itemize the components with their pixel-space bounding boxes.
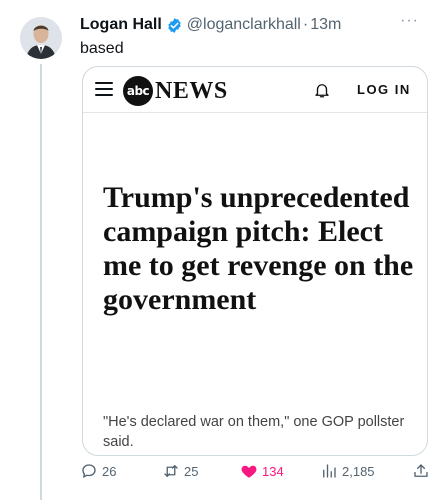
like-count: 134 xyxy=(262,463,284,479)
share-button[interactable] xyxy=(412,462,434,480)
tweet-actions: 26 25 134 2,185 xyxy=(80,462,430,488)
abc-news-header: abc NEWS LOG IN xyxy=(83,67,427,113)
like-button[interactable]: 134 xyxy=(240,462,284,480)
more-options-icon[interactable]: ··· xyxy=(400,12,419,30)
verified-badge-icon xyxy=(168,17,181,33)
abc-logo: abc xyxy=(123,76,153,106)
article-subhead: "He's declared war on them," one GOP pol… xyxy=(103,414,405,450)
login-link: LOG IN xyxy=(357,82,411,97)
news-logo-text: NEWS xyxy=(155,78,228,104)
views-icon xyxy=(323,464,336,478)
retweet-icon xyxy=(164,465,178,477)
reply-count: 26 xyxy=(102,463,117,479)
heart-icon xyxy=(241,465,257,478)
avatar[interactable] xyxy=(20,17,62,59)
bell-icon xyxy=(315,84,329,98)
author-name[interactable]: Logan Hall xyxy=(80,16,162,34)
retweet-button[interactable]: 25 xyxy=(162,462,198,480)
tweet-header: Logan Hall @loganclarkhall · 13m xyxy=(80,14,341,36)
separator-dot: · xyxy=(302,16,309,33)
retweet-count: 25 xyxy=(184,463,199,479)
media-card[interactable]: abc NEWS LOG IN Trump's unprecedented ca… xyxy=(82,66,428,456)
thread-line xyxy=(40,64,42,500)
author-handle[interactable]: @loganclarkhall xyxy=(187,16,301,34)
views-button[interactable]: 2,185 xyxy=(320,462,375,480)
tweet-text: based xyxy=(80,40,124,57)
share-icon xyxy=(414,464,428,477)
views-count: 2,185 xyxy=(342,463,375,479)
tweet-timestamp[interactable]: 13m xyxy=(310,16,341,34)
menu-icon xyxy=(95,82,113,96)
reply-icon xyxy=(82,464,96,478)
article-headline: Trump's unprecedented campaign pitch: El… xyxy=(103,181,414,316)
reply-button[interactable]: 26 xyxy=(80,462,116,480)
